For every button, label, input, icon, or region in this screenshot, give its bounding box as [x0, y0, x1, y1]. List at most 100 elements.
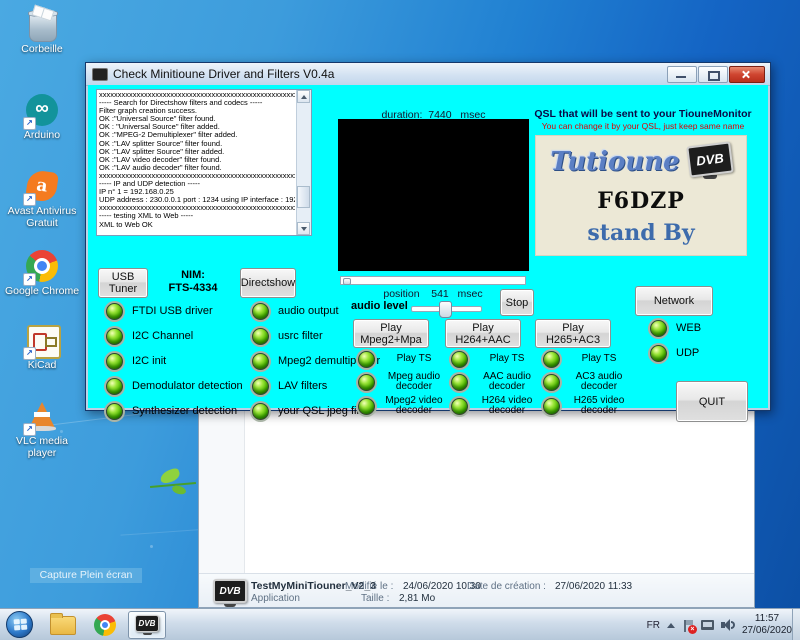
taskbar-explorer-button[interactable]	[44, 611, 82, 639]
led-label: WEB	[676, 322, 701, 334]
clock-date: 27/06/2020	[742, 625, 792, 637]
size-value: 2,81 Mo	[399, 593, 435, 604]
led-label: I2C Channel	[132, 330, 193, 342]
h265-video-led	[543, 398, 560, 415]
stop-button[interactable]: Stop	[500, 289, 534, 316]
action-center-icon[interactable]: ×	[682, 619, 694, 632]
minimize-button[interactable]	[667, 66, 697, 83]
led-label: Synthesizer detection	[132, 405, 237, 417]
audio-level-label: audio level	[351, 300, 408, 312]
play-h264-button[interactable]: Play H264+AAC	[445, 319, 521, 348]
audio-level-thumb[interactable]	[439, 301, 452, 318]
scroll-thumb[interactable]	[297, 186, 310, 208]
desktop-icon-corbeille[interactable]: Corbeille	[4, 6, 80, 56]
qsl-status: stand By	[536, 220, 746, 246]
usb-tuner-button[interactable]: USB Tuner	[98, 268, 148, 298]
taskbar-chrome-button[interactable]	[86, 611, 124, 639]
led-label: AC3 audio decoder	[569, 372, 629, 393]
start-button[interactable]	[6, 611, 33, 638]
shortcut-arrow-icon: ↗	[23, 193, 36, 206]
udp-led	[650, 345, 667, 362]
directshow-button[interactable]: Directshow	[240, 268, 296, 298]
chrome-icon	[94, 614, 116, 636]
language-indicator[interactable]: FR	[647, 620, 660, 631]
quit-button[interactable]: QUIT	[676, 381, 748, 422]
network-button[interactable]: Network	[635, 286, 713, 316]
desktop-icon-label: Corbeille	[4, 44, 80, 56]
position-trackbar[interactable]	[340, 276, 526, 285]
led-label: Mpeg2 video decoder	[384, 396, 444, 417]
app-icon	[92, 68, 108, 81]
folder-icon	[50, 616, 76, 635]
led-label: audio output	[278, 305, 339, 317]
led-label: Play TS	[384, 354, 444, 365]
led-label: Demodulator detection	[132, 380, 243, 392]
desktop-icon-arduino[interactable]: ∞ ↗ Arduino	[4, 92, 80, 142]
app-window: Check Minitioune Driver and Filters V0.4…	[85, 62, 771, 411]
tray-expand-icon[interactable]	[667, 623, 675, 628]
network-tray-icon[interactable]	[701, 620, 714, 630]
taskbar-minitioune-button[interactable]: DVB	[128, 611, 166, 639]
demodulator-led	[106, 378, 123, 395]
qsl-card: Tutioune DVB F6DZP stand By	[536, 136, 746, 255]
led-label: H265 video decoder	[569, 396, 629, 417]
synthesizer-led	[106, 403, 123, 420]
led-label: LAV filters	[278, 380, 327, 392]
desktop-icon-kicad[interactable]: ↗ KiCad	[4, 322, 80, 372]
scroll-down-button[interactable]	[297, 222, 310, 235]
dvb-logo-icon: DVB	[686, 141, 733, 177]
explorer-window[interactable]: DVB TestMyMiniTiouner_V2_3 Modifié le : …	[198, 406, 755, 608]
clock-time: 11:57	[742, 613, 792, 625]
play-mpeg2-button[interactable]: Play Mpeg2+Mpa	[353, 319, 429, 348]
system-tray: FR × 11:57 27/06/2020	[647, 609, 792, 640]
explorer-nav-pane[interactable]	[199, 407, 245, 576]
nim-info: NIM: FTS-4334	[154, 269, 232, 295]
ftdi-led	[106, 303, 123, 320]
qsl-callsign: F6DZP	[536, 188, 746, 214]
clock[interactable]: 11:57 27/06/2020	[742, 613, 792, 637]
aac-audio-led	[451, 374, 468, 391]
log-output[interactable]: xxxxxxxxxxxxxxxxxxxxxxxxxxxxxxxxxxxxxxxx…	[96, 89, 312, 236]
audio-output-led	[252, 303, 269, 320]
position-thumb[interactable]	[343, 278, 351, 285]
led-label: your QSL jpeg file	[278, 405, 365, 417]
desktop-icon-chrome[interactable]: ↗ Google Chrome	[4, 248, 80, 298]
log-scrollbar[interactable]	[296, 90, 311, 235]
created-value: 27/06/2020 11:33	[555, 581, 632, 592]
desktop-icon-label: Avast Antivirus Gratuit	[4, 206, 80, 229]
tutioune-brand: Tutioune	[550, 147, 679, 177]
show-desktop-button[interactable]	[792, 609, 800, 640]
mpeg2-video-led	[358, 398, 375, 415]
file-type: Application	[251, 593, 300, 604]
title-bar[interactable]: Check Minitioune Driver and Filters V0.4…	[86, 63, 770, 86]
shortcut-arrow-icon: ↗	[23, 347, 36, 360]
close-button[interactable]	[729, 66, 765, 83]
lav-filters-led	[252, 378, 269, 395]
dvb-app-icon: DVB	[135, 615, 159, 632]
led-label: Mpeg audio decoder	[384, 372, 444, 393]
desktop-icon-label: Arduino	[4, 130, 80, 142]
mpeg2-demux-led	[252, 353, 269, 370]
audio-level-slider[interactable]	[411, 306, 482, 312]
size-label: Taille :	[361, 593, 389, 604]
log-lines: xxxxxxxxxxxxxxxxxxxxxxxxxxxxxxxxxxxxxxxx…	[99, 91, 295, 234]
i2c-channel-led	[106, 328, 123, 345]
capture-screen-label[interactable]: Capture Plein écran	[30, 568, 142, 583]
desktop-icon-vlc[interactable]: ↗ VLC media player	[4, 398, 80, 459]
play-ts-led	[543, 351, 560, 368]
led-label: AAC audio decoder	[477, 372, 537, 393]
desktop-icon-avast[interactable]: a ↗ Avast Antivirus Gratuit	[4, 168, 80, 229]
maximize-button[interactable]	[698, 66, 728, 83]
play-ts-led	[358, 351, 375, 368]
qsl-note: You can change it by your QSL, just keep…	[528, 121, 758, 131]
play-h265-button[interactable]: Play H265+AC3	[535, 319, 611, 348]
scroll-up-button[interactable]	[297, 90, 310, 103]
mpeg-audio-led	[358, 374, 375, 391]
taskbar: DVB FR × 11:57 27/06/2020	[0, 608, 800, 640]
dvb-app-icon-stand	[143, 633, 152, 635]
speaker-icon[interactable]	[721, 619, 735, 631]
window-title: Check Minitioune Driver and Filters V0.4…	[113, 67, 334, 81]
dvb-file-icon-stand	[224, 604, 236, 607]
created-label: Date de création :	[467, 581, 546, 592]
led-label: usrc filter	[278, 330, 323, 342]
